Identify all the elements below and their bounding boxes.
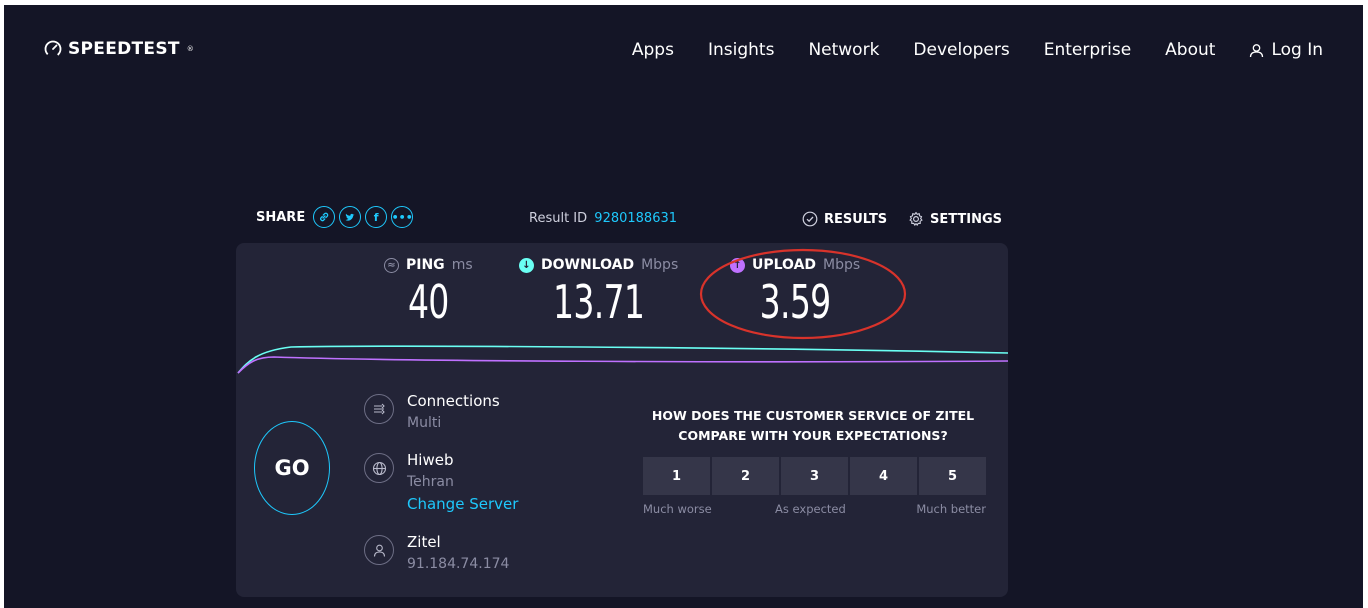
globe-icon — [364, 453, 394, 483]
nav-developers[interactable]: Developers — [913, 40, 1009, 60]
upload-graph-line — [237, 356, 1008, 374]
more-icon[interactable]: ••• — [391, 206, 414, 228]
download-label: DOWNLOAD — [541, 257, 635, 273]
result-id-value[interactable]: 9280188631 — [594, 211, 677, 226]
rating-option-1[interactable]: 1 — [643, 457, 710, 495]
change-server-link[interactable]: Change Server — [407, 495, 518, 513]
provider-ip: 91.184.74.174 — [407, 556, 510, 572]
result-id: Result ID 9280188631 — [529, 211, 677, 226]
upload-arrow-icon: ↑ — [730, 257, 745, 273]
logo-text: SPEEDTEST — [68, 39, 180, 59]
rating-option-4[interactable]: 4 — [850, 457, 917, 495]
speedtest-page: SPEEDTEST ® Apps Insights Network Develo… — [4, 5, 1363, 608]
download-metric: ↓ DOWNLOAD Mbps 13.71 — [519, 257, 678, 329]
upload-label: UPLOAD — [752, 257, 817, 273]
ping-metric: ≈ PING ms 40 — [384, 257, 473, 329]
ping-label: PING — [406, 257, 445, 273]
ping-icon: ≈ — [384, 257, 399, 273]
result-id-label: Result ID — [529, 211, 588, 226]
ping-value: 40 — [407, 275, 449, 329]
person-icon — [364, 535, 394, 565]
server-name: Hiweb — [407, 451, 454, 469]
connections-value: Multi — [407, 415, 442, 431]
rating-label-high: Much better — [916, 502, 986, 516]
link-icon[interactable] — [313, 206, 336, 228]
nav-network[interactable]: Network — [808, 40, 879, 60]
results-button[interactable]: RESULTS — [802, 211, 887, 227]
check-circle-icon — [802, 211, 818, 227]
settings-label: SETTINGS — [930, 211, 1003, 227]
upload-unit: Mbps — [823, 257, 861, 273]
nav-enterprise[interactable]: Enterprise — [1044, 40, 1131, 60]
main-nav: Apps Insights Network Developers Enterpr… — [598, 40, 1323, 60]
upload-metric: ↑ UPLOAD Mbps 3.59 — [730, 257, 860, 329]
survey-question: HOW DOES THE CUSTOMER SERVICE OF ZITEL C… — [651, 408, 975, 443]
logo-trademark: ® — [186, 45, 195, 53]
twitter-icon[interactable] — [339, 206, 362, 228]
ping-unit: ms — [451, 257, 473, 273]
go-button[interactable]: GO — [254, 421, 330, 515]
rating-label-low: Much worse — [643, 502, 712, 516]
nav-about[interactable]: About — [1165, 40, 1215, 60]
rating-option-3[interactable]: 3 — [781, 457, 848, 495]
upload-value: 3.59 — [759, 275, 832, 329]
facebook-icon[interactable]: f — [365, 206, 388, 228]
download-unit: Mbps — [641, 257, 679, 273]
gear-icon — [909, 211, 923, 226]
download-value: 13.71 — [553, 275, 645, 329]
connections-icon — [364, 394, 394, 424]
connections-title: Connections — [407, 392, 500, 410]
download-arrow-icon: ↓ — [519, 257, 534, 273]
result-card: ≈ PING ms 40 ↓ DOWNLOAD Mbps 13.71 ↑ UPL… — [236, 243, 1008, 597]
share-bar: SHARE f ••• — [256, 206, 414, 228]
settings-button[interactable]: SETTINGS — [908, 211, 1002, 227]
gauge-icon — [44, 40, 62, 58]
rating-option-2[interactable]: 2 — [712, 457, 779, 495]
server-location: Tehran — [407, 474, 454, 490]
nav-apps[interactable]: Apps — [632, 40, 674, 60]
provider-name: Zitel — [407, 533, 441, 551]
rating-scale: 1 2 3 4 5 — [643, 457, 986, 495]
speedtest-logo[interactable]: SPEEDTEST ® — [44, 39, 194, 59]
rating-label-mid: As expected — [775, 502, 846, 516]
user-icon — [1250, 43, 1264, 57]
speed-graph — [237, 345, 1008, 374]
results-label: RESULTS — [824, 211, 888, 227]
login-label: Log In — [1271, 40, 1323, 60]
share-label: SHARE — [256, 209, 306, 225]
login-link[interactable]: Log In — [1249, 40, 1323, 60]
nav-insights[interactable]: Insights — [708, 40, 774, 60]
rating-option-5[interactable]: 5 — [919, 457, 986, 495]
